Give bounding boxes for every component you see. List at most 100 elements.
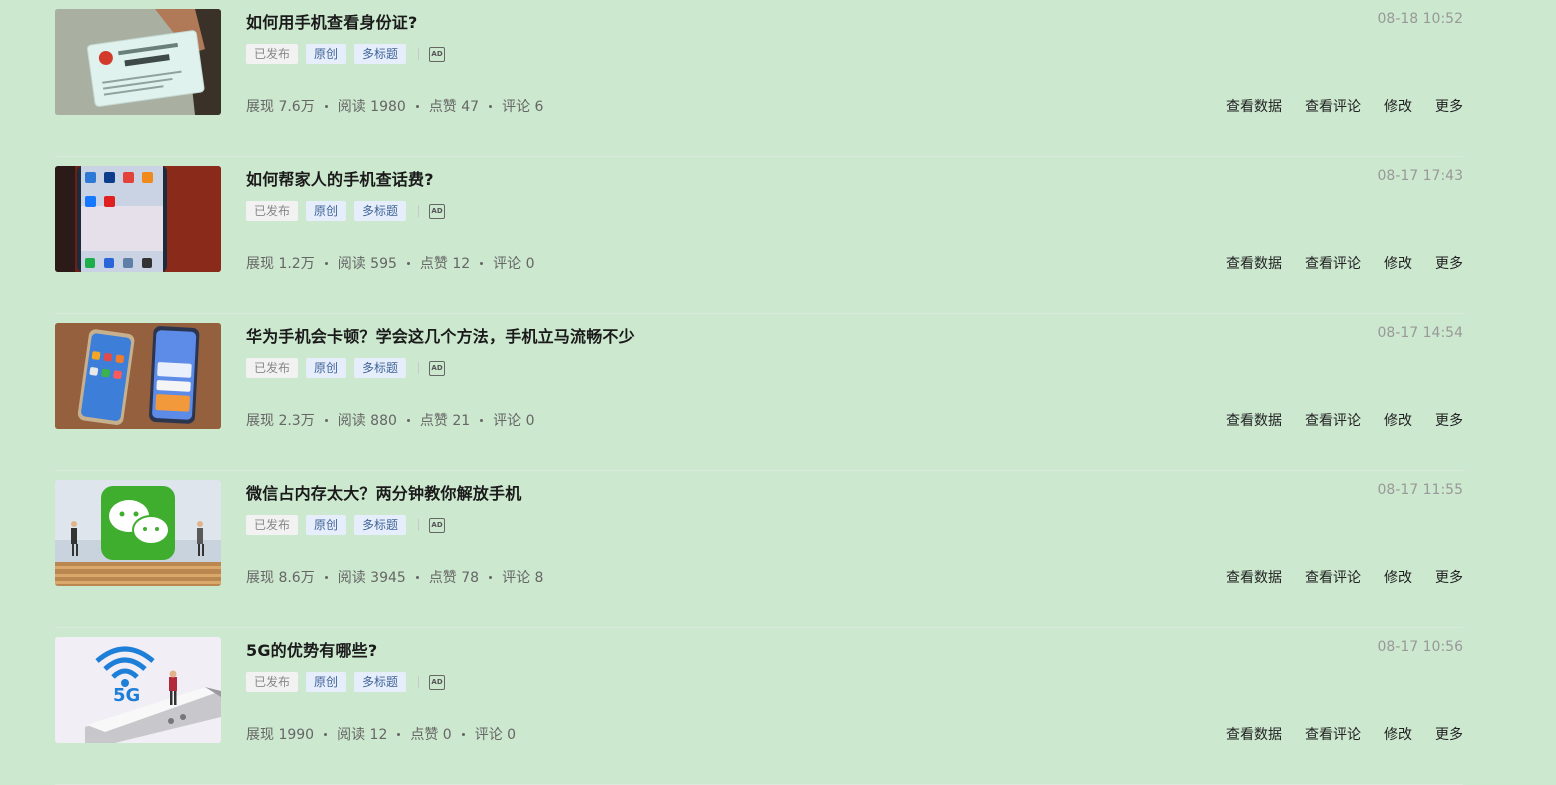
view-data-button[interactable]: 查看数据 (1226, 253, 1282, 273)
stats-row: 展现 7.6万 阅读 1980 点赞 47 评论 6 (246, 96, 543, 116)
stats-row: 展现 2.3万 阅读 880 点赞 21 评论 0 (246, 410, 535, 430)
article-item: 华为手机会卡顿？学会这几个方法，手机立马流畅不少 08-17 14:54 已发布… (55, 314, 1463, 471)
stats-row: 展现 1.2万 阅读 595 点赞 12 评论 0 (246, 253, 535, 273)
divider (418, 48, 420, 60)
dot-separator (415, 575, 419, 579)
publish-date: 08-17 10:56 (1377, 639, 1463, 655)
stat-reads: 阅读 880 (337, 413, 397, 429)
stat-comments: 评论 0 (493, 256, 535, 272)
tag-multi-title[interactable]: 多标题 (354, 358, 407, 378)
dot-separator (397, 732, 401, 736)
view-comments-button[interactable]: 查看评论 (1305, 410, 1361, 430)
divider (418, 519, 420, 531)
article-title[interactable]: 微信占内存太大？两分钟教你解放手机 (246, 480, 521, 504)
article-thumbnail-phone-apps[interactable] (55, 166, 221, 272)
view-data-button[interactable]: 查看数据 (1226, 96, 1282, 116)
tag-row: 已发布 原创 多标题 AD (246, 44, 446, 64)
publish-date: 08-17 14:54 (1377, 325, 1463, 341)
action-row: 查看数据 查看评论 修改 更多 (1203, 724, 1463, 744)
view-data-button[interactable]: 查看数据 (1226, 410, 1282, 430)
stat-likes: 点赞 78 (428, 570, 480, 586)
dot-separator (324, 261, 328, 265)
view-comments-button[interactable]: 查看评论 (1305, 253, 1361, 273)
more-button[interactable]: 更多 (1435, 567, 1463, 587)
divider (418, 676, 420, 688)
article-thumbnail-id-card[interactable] (55, 9, 221, 115)
status-badge-published: 已发布 (246, 672, 299, 692)
tag-multi-title[interactable]: 多标题 (354, 672, 407, 692)
ad-icon: AD (429, 517, 446, 533)
article-title[interactable]: 5G的优势有哪些? (246, 637, 377, 661)
article-thumbnail-5g[interactable]: 5G (55, 637, 221, 743)
dot-separator (489, 575, 493, 579)
view-data-button[interactable]: 查看数据 (1226, 724, 1282, 744)
article-title[interactable]: 如何帮家人的手机查话费? (246, 166, 434, 190)
ad-icon: AD (429, 46, 446, 62)
stat-likes: 点赞 12 (419, 256, 471, 272)
dot-separator (324, 575, 328, 579)
tag-row: 已发布 原创 多标题 AD (246, 358, 446, 378)
stat-likes: 点赞 0 (410, 727, 452, 743)
dot-separator (324, 104, 328, 108)
stat-reads: 阅读 595 (337, 256, 397, 272)
stat-impressions: 展现 1990 (246, 727, 315, 743)
more-button[interactable]: 更多 (1435, 96, 1463, 116)
dot-separator (489, 104, 493, 108)
more-button[interactable]: 更多 (1435, 410, 1463, 430)
dot-separator (324, 732, 328, 736)
action-row: 查看数据 查看评论 修改 更多 (1203, 253, 1463, 273)
ad-icon: AD (429, 360, 446, 376)
stat-impressions: 展现 1.2万 (246, 256, 315, 272)
edit-button[interactable]: 修改 (1384, 253, 1412, 273)
stats-row: 展现 8.6万 阅读 3945 点赞 78 评论 8 (246, 567, 543, 587)
more-button[interactable]: 更多 (1435, 253, 1463, 273)
tag-multi-title[interactable]: 多标题 (354, 515, 407, 535)
article-thumbnail-wechat[interactable] (55, 480, 221, 586)
stat-reads: 阅读 1980 (337, 99, 406, 115)
dot-separator (324, 418, 328, 422)
publish-date: 08-17 11:55 (1377, 482, 1463, 498)
stats-row: 展现 1990 阅读 12 点赞 0 评论 0 (246, 724, 516, 744)
view-data-button[interactable]: 查看数据 (1226, 567, 1282, 587)
stat-likes: 点赞 21 (419, 413, 471, 429)
stat-comments: 评论 0 (474, 727, 517, 743)
tag-original: 原创 (306, 672, 347, 692)
edit-button[interactable]: 修改 (1384, 96, 1412, 116)
stat-reads: 阅读 12 (337, 727, 388, 743)
publish-date: 08-18 10:52 (1377, 11, 1463, 27)
tag-original: 原创 (306, 201, 347, 221)
ad-icon: AD (429, 203, 446, 219)
article-list: 如何用手机查看身份证? 08-18 10:52 已发布 原创 多标题 AD 展现… (55, 0, 1463, 785)
dot-separator (415, 104, 419, 108)
article-item: 5G 5G的优势有哪些? 08-17 10:56 已发布 原创 多标题 AD 展… (55, 628, 1463, 785)
tag-original: 原创 (306, 358, 347, 378)
edit-button[interactable]: 修改 (1384, 724, 1412, 744)
tag-original: 原创 (306, 515, 347, 535)
article-item: 如何用手机查看身份证? 08-18 10:52 已发布 原创 多标题 AD 展现… (55, 0, 1463, 157)
stat-likes: 点赞 47 (428, 99, 480, 115)
dot-separator (480, 261, 484, 265)
article-title[interactable]: 华为手机会卡顿？学会这几个方法，手机立马流畅不少 (246, 323, 635, 347)
article-thumbnail-two-phones[interactable] (55, 323, 221, 429)
ad-icon: AD (429, 674, 446, 690)
view-comments-button[interactable]: 查看评论 (1305, 96, 1361, 116)
dot-separator (406, 418, 410, 422)
status-badge-published: 已发布 (246, 201, 299, 221)
more-button[interactable]: 更多 (1435, 724, 1463, 744)
stat-impressions: 展现 7.6万 (246, 99, 315, 115)
stat-impressions: 展现 2.3万 (246, 413, 315, 429)
stat-comments: 评论 0 (493, 413, 535, 429)
divider (418, 362, 420, 374)
article-title[interactable]: 如何用手机查看身份证? (246, 9, 417, 33)
article-item: 如何帮家人的手机查话费? 08-17 17:43 已发布 原创 多标题 AD 展… (55, 157, 1463, 314)
edit-button[interactable]: 修改 (1384, 567, 1412, 587)
tag-multi-title[interactable]: 多标题 (354, 201, 407, 221)
tag-multi-title[interactable]: 多标题 (354, 44, 407, 64)
edit-button[interactable]: 修改 (1384, 410, 1412, 430)
view-comments-button[interactable]: 查看评论 (1305, 724, 1361, 744)
publish-date: 08-17 17:43 (1377, 168, 1463, 184)
view-comments-button[interactable]: 查看评论 (1305, 567, 1361, 587)
tag-row: 已发布 原创 多标题 AD (246, 672, 446, 692)
status-badge-published: 已发布 (246, 44, 299, 64)
action-row: 查看数据 查看评论 修改 更多 (1203, 567, 1463, 587)
